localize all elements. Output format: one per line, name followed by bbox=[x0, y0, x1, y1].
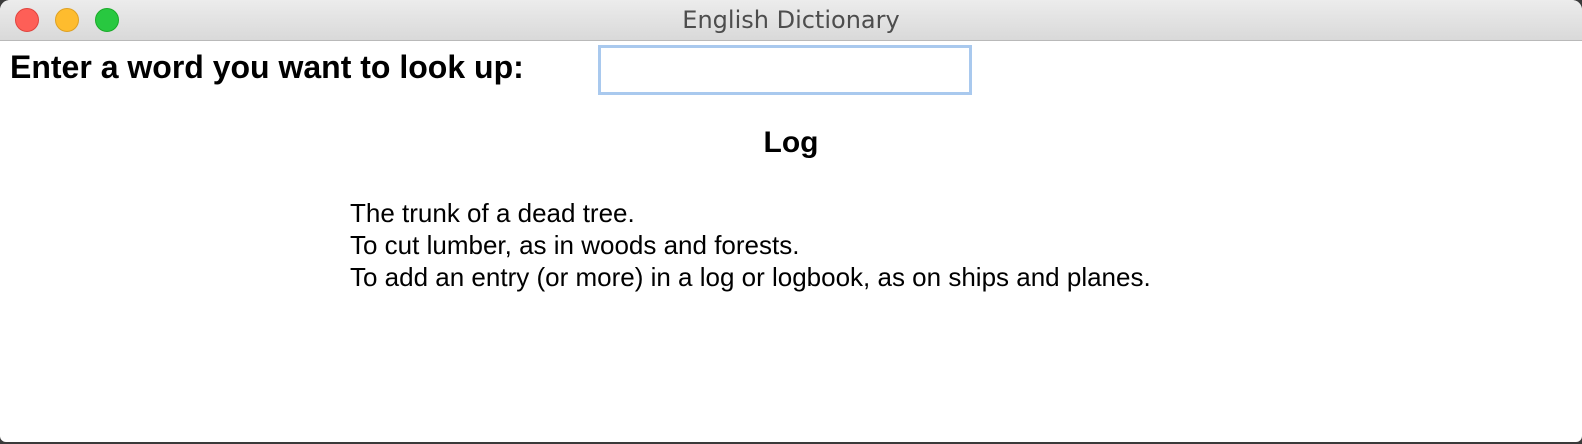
definition-item: To add an entry (or more) in a log or lo… bbox=[350, 262, 1151, 292]
app-window: English Dictionary Enter a word you want… bbox=[0, 0, 1582, 442]
window-title: English Dictionary bbox=[682, 6, 900, 34]
definition-item: To cut lumber, as in woods and forests. bbox=[350, 230, 800, 260]
definition-item: The trunk of a dead tree. bbox=[350, 198, 635, 228]
search-label: Enter a word you want to look up: bbox=[10, 49, 524, 85]
definitions-list: The trunk of a dead tree. To cut lumber,… bbox=[350, 197, 1151, 293]
result-word: Log bbox=[763, 126, 819, 159]
search-input[interactable] bbox=[598, 45, 972, 95]
title-bar[interactable]: English Dictionary bbox=[0, 0, 1582, 41]
